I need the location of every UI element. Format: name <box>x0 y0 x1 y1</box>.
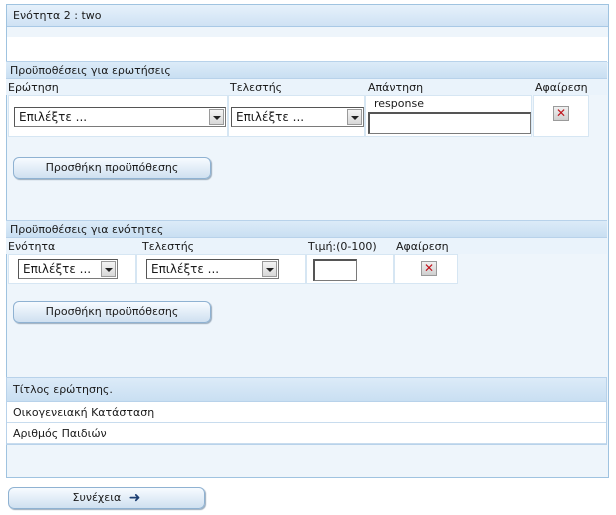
section-select-value: Επιλέξτε ... <box>23 262 92 276</box>
section-conditions: Προϋποθέσεις για ενότητες Ενότητα Τελεστ… <box>6 220 607 286</box>
section-blank-area <box>7 37 608 63</box>
question-conditions-columns: Ερώτηση Τελεστής Απάντηση Αφαίρεση <box>6 79 607 95</box>
chevron-down-icon <box>101 261 116 277</box>
question-conditions: Προϋποθέσεις για ερωτήσεις Ερώτηση Τελεσ… <box>6 61 607 139</box>
column-remove: Αφαίρεση <box>535 81 588 94</box>
chevron-down-icon <box>209 109 224 125</box>
column-question: Ερώτηση <box>8 81 59 94</box>
section-condition-row: Επιλέξτε ... Επιλέξτε ... ✕ <box>6 254 607 286</box>
questions-table: Τίτλος ερώτησης. Οικογενειακή Κατάσταση … <box>6 377 607 445</box>
section-select[interactable]: Επιλέξτε ... <box>18 259 118 279</box>
table-row[interactable]: Οικογενειακή Κατάσταση <box>7 402 606 423</box>
question-select-value: Επιλέξτε ... <box>19 110 88 124</box>
chevron-down-icon <box>262 261 277 277</box>
column-operator: Τελεστής <box>142 240 195 253</box>
operator-select[interactable]: Επιλέξτε ... <box>231 107 364 127</box>
section-operator-select[interactable]: Επιλέξτε ... <box>146 259 279 279</box>
add-question-condition-button[interactable]: Προσθήκη προϋπόθεσης <box>13 157 211 179</box>
question-conditions-header: Προϋποθέσεις για ερωτήσεις <box>6 61 607 79</box>
column-answer: Απάντηση <box>368 81 424 94</box>
arrow-right-icon: ➜ <box>128 490 141 506</box>
add-section-condition-button[interactable]: Προσθήκη προϋπόθεσης <box>13 301 211 323</box>
chevron-down-icon <box>347 109 362 125</box>
delete-x-icon[interactable]: ✕ <box>421 261 437 276</box>
column-remove: Αφαίρεση <box>396 240 449 253</box>
table-row[interactable]: Αριθμός Παιδιών <box>7 423 606 444</box>
question-condition-row: Επιλέξτε ... Επιλέξτε ... response ✕ <box>6 95 607 139</box>
operator-select-value: Επιλέξτε ... <box>236 110 305 124</box>
questions-table-header: Τίτλος ερώτησης. <box>7 378 606 402</box>
delete-x-icon[interactable]: ✕ <box>553 106 569 121</box>
section-operator-select-value: Επιλέξτε ... <box>151 262 220 276</box>
answer-label: response <box>374 97 424 110</box>
section-conditions-header: Προϋποθέσεις για ενότητες <box>6 220 607 238</box>
section-title: Ενότητα 2 : two <box>7 5 608 27</box>
answer-input[interactable] <box>368 112 531 134</box>
column-operator: Τελεστής <box>230 81 283 94</box>
column-section: Ενότητα <box>8 240 56 253</box>
column-value: Τιμή:(0-100) <box>308 240 377 253</box>
value-input[interactable] <box>313 259 357 281</box>
section-conditions-columns: Ενότητα Τελεστής Τιμή:(0-100) Αφαίρεση <box>6 238 607 254</box>
continue-button[interactable]: Συνέχεια ➜ <box>8 487 205 509</box>
question-select[interactable]: Επιλέξτε ... <box>14 107 226 127</box>
continue-label: Συνέχεια <box>72 491 122 504</box>
